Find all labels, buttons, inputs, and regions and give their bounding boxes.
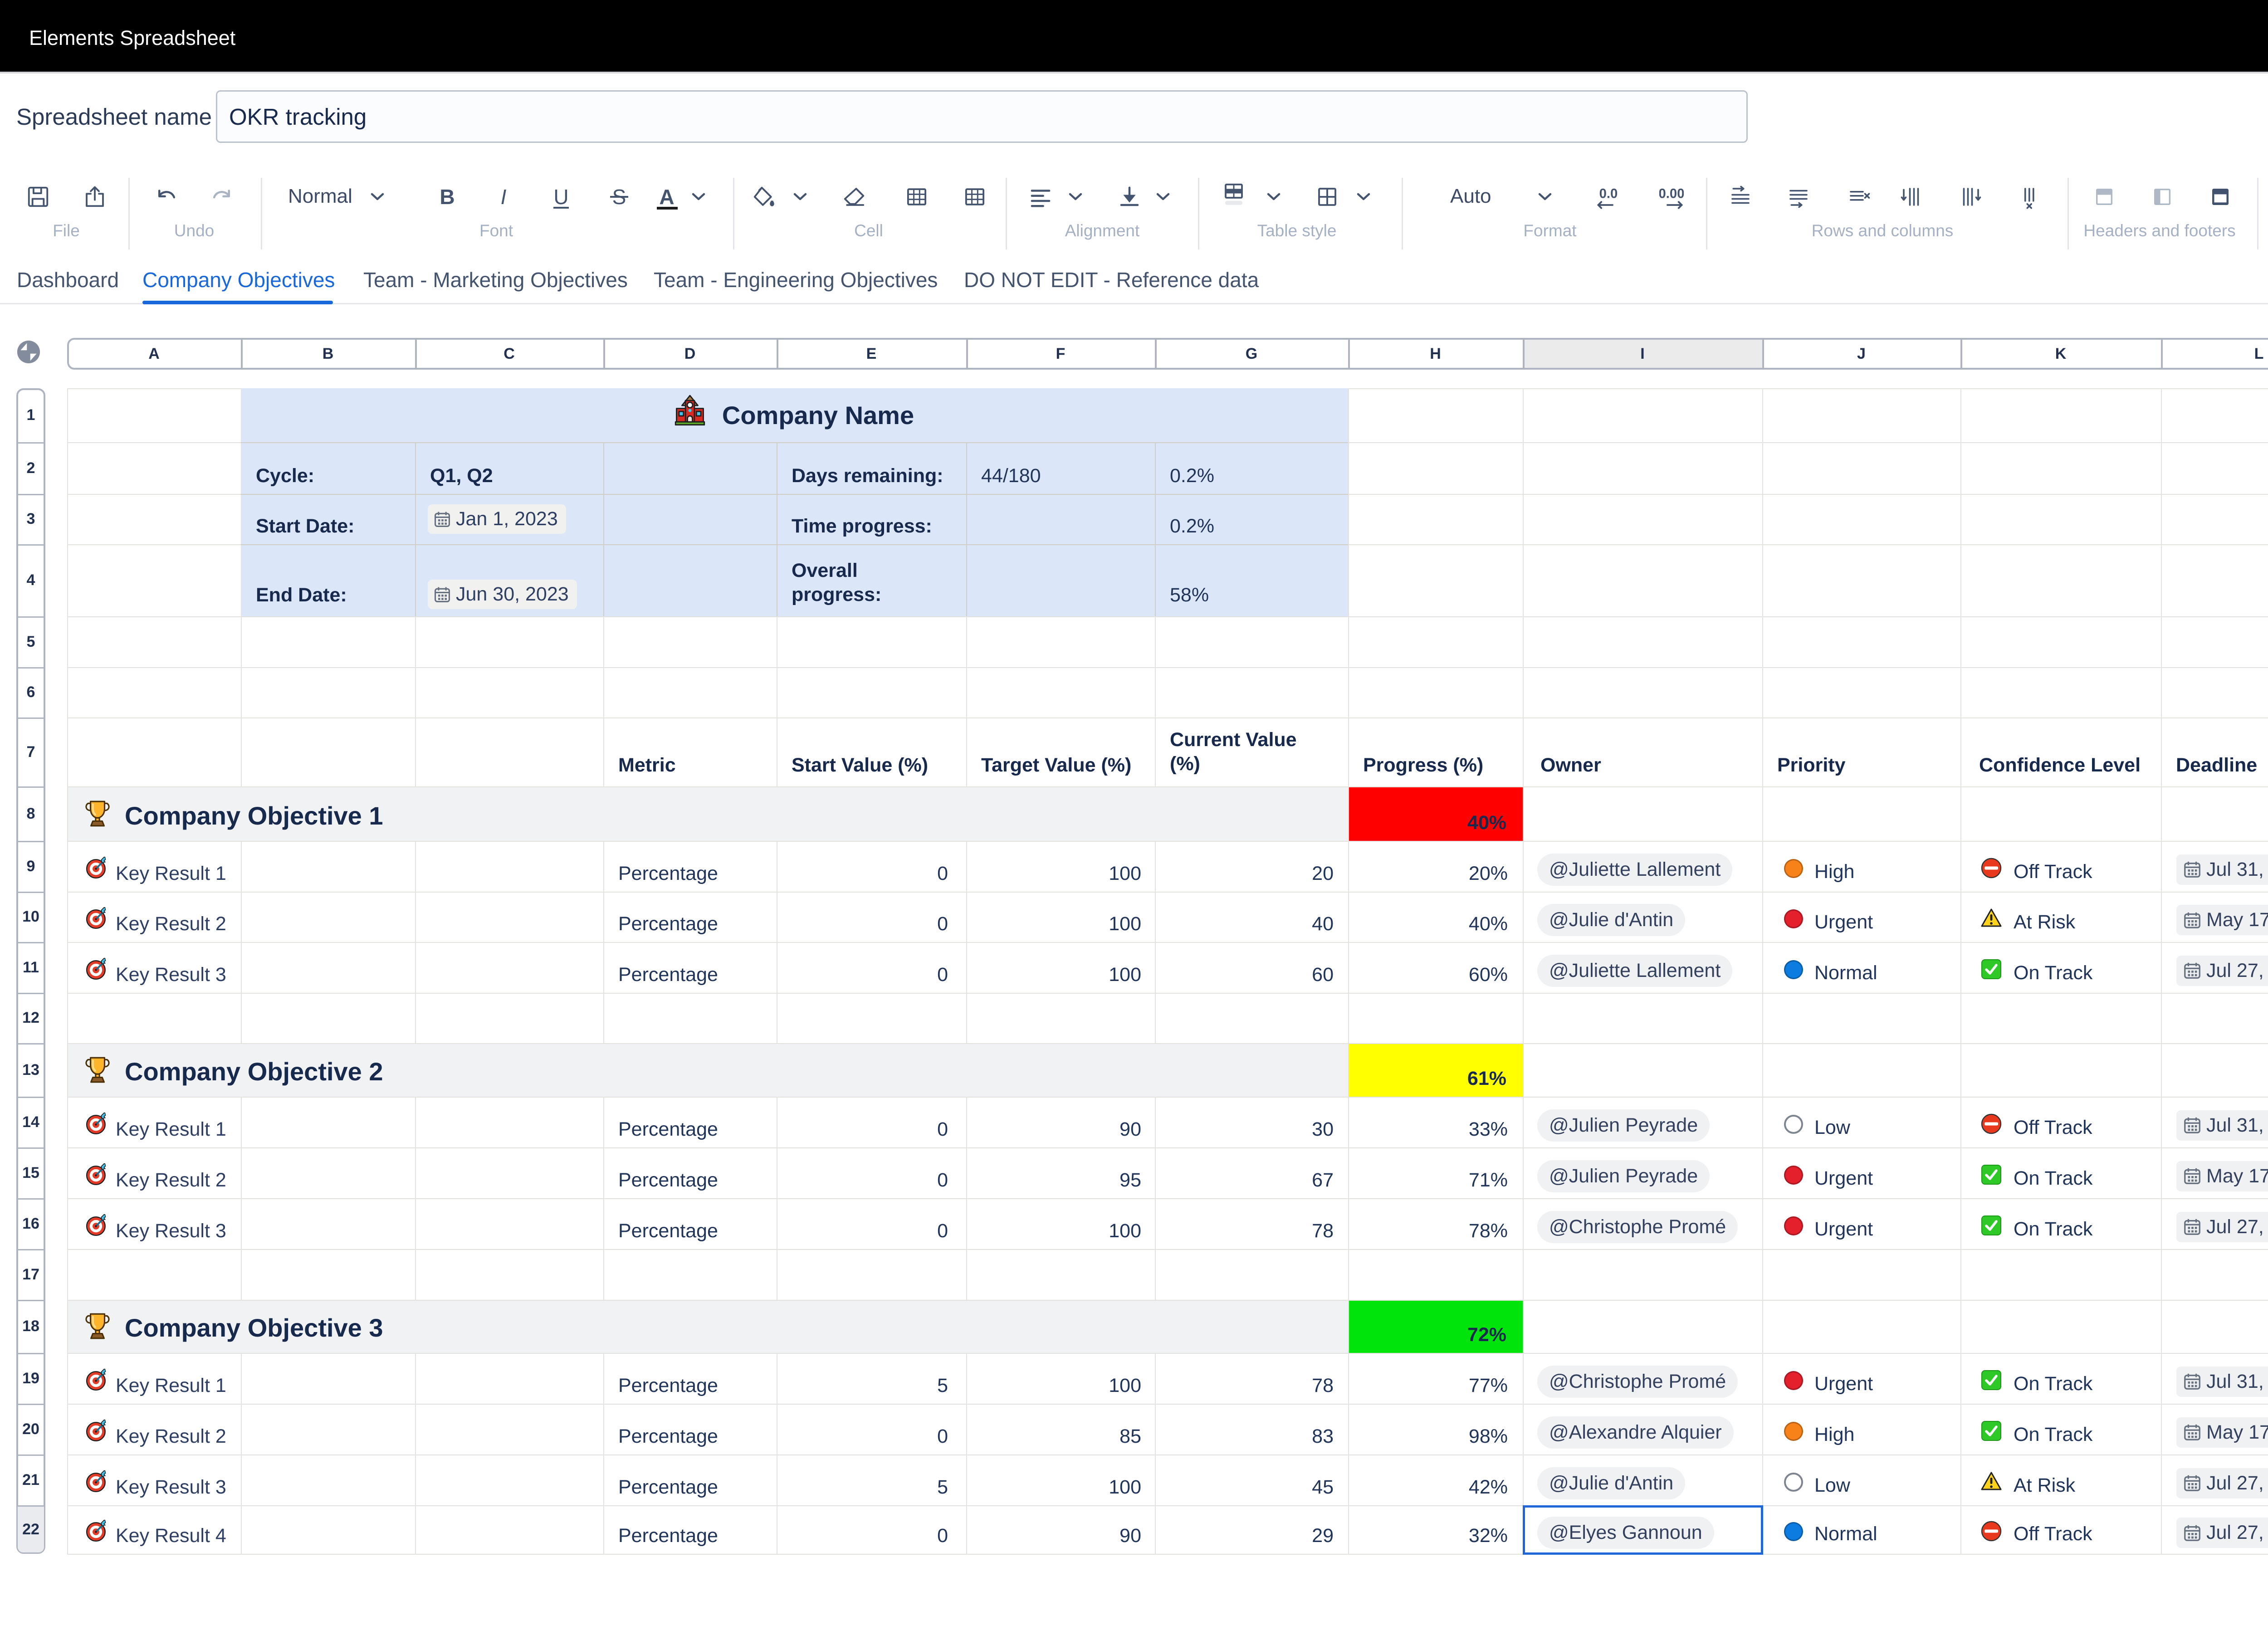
svg-text:0.00: 0.00	[1659, 186, 1684, 201]
svg-text:0.0: 0.0	[1599, 186, 1618, 201]
